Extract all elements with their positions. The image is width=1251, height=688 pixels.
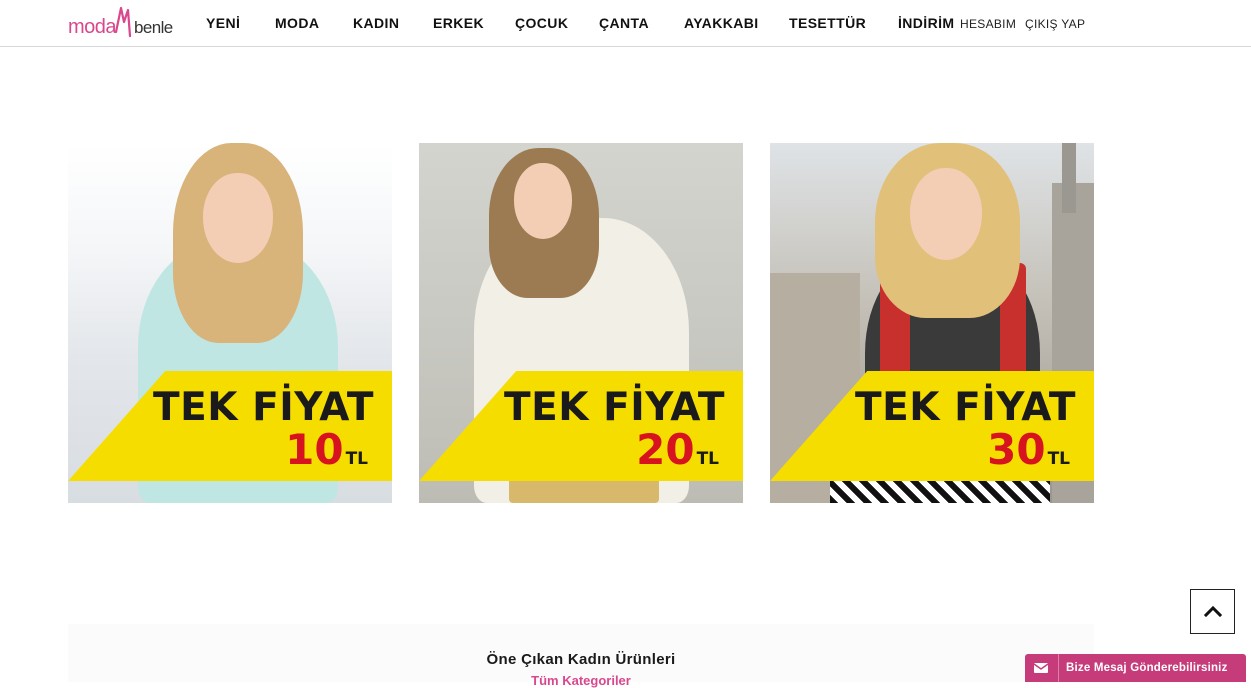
price-currency: TL xyxy=(1047,449,1070,469)
price-value: 30 xyxy=(987,425,1046,474)
promo-banner-10tl[interactable]: TEK FİYAT 10 TL xyxy=(68,143,392,503)
nav-yeni[interactable]: YENİ xyxy=(206,15,240,31)
promo-price: 30 TL xyxy=(987,425,1070,474)
nav-erkek[interactable]: ERKEK xyxy=(433,15,484,31)
logo-text-benle: benle xyxy=(134,18,173,37)
site-header: moda benle YENİ MODA KADIN ERKEK ÇOCUK Ç… xyxy=(0,0,1251,47)
nav-tesettur[interactable]: TESETTÜR xyxy=(789,15,866,31)
price-value: 10 xyxy=(285,425,344,474)
send-message-label: Bize Mesaj Gönderebilirsiniz xyxy=(1066,662,1228,674)
featured-title: Öne Çıkan Kadın Ürünleri xyxy=(486,651,676,668)
logo-text-moda: moda xyxy=(68,16,117,38)
promo-headline: TEK FİYAT xyxy=(153,385,374,430)
all-categories-link[interactable]: Tüm Kategoriler xyxy=(68,673,1094,688)
nav-cocuk[interactable]: ÇOCUK xyxy=(515,15,568,31)
promo-price: 20 TL xyxy=(636,425,719,474)
featured-products-section: Öne Çıkan Kadın Ürünleri Tüm Kategoriler xyxy=(68,624,1094,688)
logout-link[interactable]: ÇIKIŞ YAP xyxy=(1025,17,1085,31)
promo-price: 10 TL xyxy=(285,425,368,474)
promo-headline: TEK FİYAT xyxy=(504,385,725,430)
promo-banner-30tl[interactable]: TEK FİYAT 30 TL xyxy=(770,143,1094,503)
nav-indirim[interactable]: İNDİRİM xyxy=(898,15,954,31)
site-logo[interactable]: moda benle xyxy=(68,6,182,42)
promo-banner-20tl[interactable]: TEK FİYAT 20 TL xyxy=(419,143,743,503)
price-currency: TL xyxy=(696,449,719,469)
scroll-to-top-button[interactable] xyxy=(1190,589,1235,634)
nav-kadin[interactable]: KADIN xyxy=(353,15,399,31)
send-message-button[interactable]: Bize Mesaj Gönderebilirsiniz xyxy=(1025,654,1246,682)
nav-canta[interactable]: ÇANTA xyxy=(599,15,649,31)
promo-headline: TEK FİYAT xyxy=(855,385,1076,430)
divider xyxy=(1058,654,1059,682)
chevron-up-icon xyxy=(1203,605,1223,618)
price-value: 20 xyxy=(636,425,695,474)
nav-ayakkabi[interactable]: AYAKKABI xyxy=(684,15,759,31)
envelope-icon xyxy=(1033,663,1049,673)
nav-moda[interactable]: MODA xyxy=(275,15,319,31)
account-link[interactable]: HESABIM xyxy=(960,17,1016,31)
logo-mark-icon xyxy=(114,6,132,38)
price-currency: TL xyxy=(345,449,368,469)
